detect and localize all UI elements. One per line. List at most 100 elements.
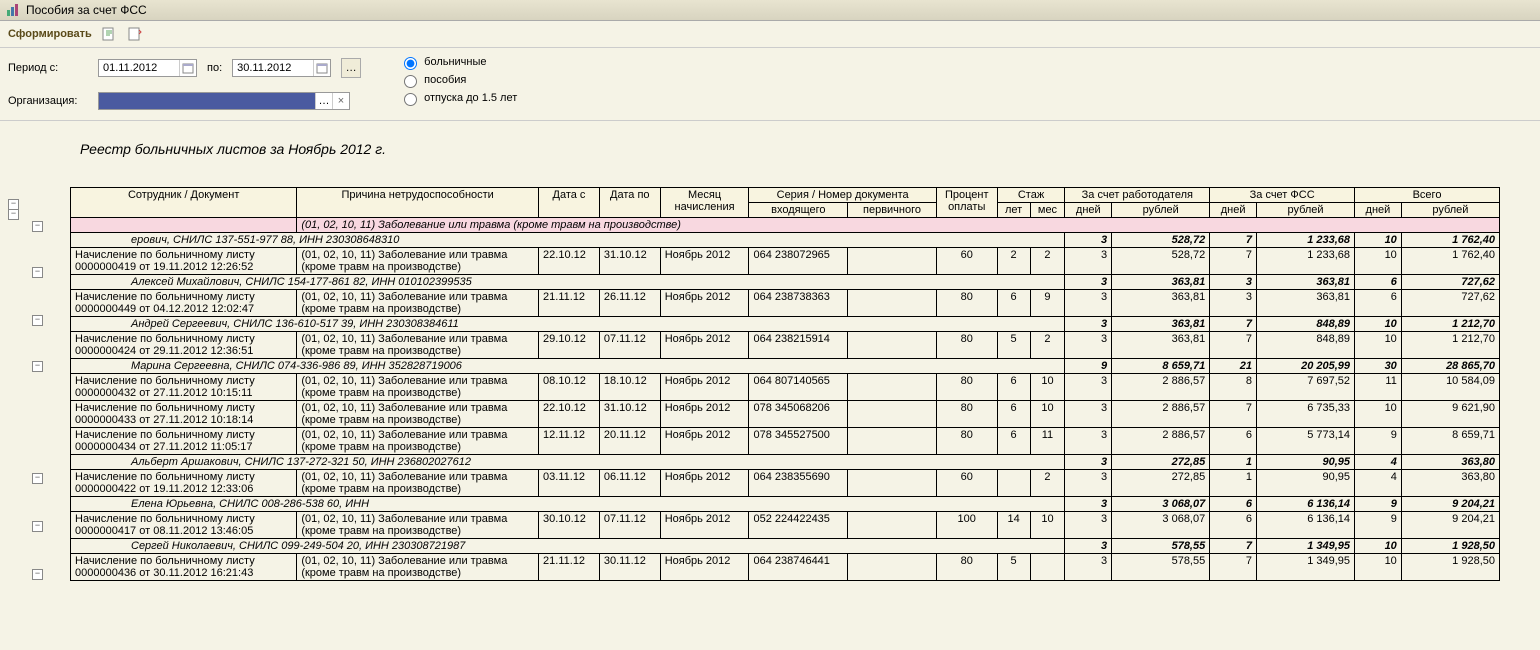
col-date-from: Дата с <box>539 188 600 218</box>
cell: 20.11.12 <box>599 428 660 455</box>
cell: 08.10.12 <box>539 374 600 401</box>
col-series-in: входящего <box>749 203 848 218</box>
cell: 10 <box>1355 248 1402 275</box>
cell: 2 <box>1030 248 1065 275</box>
cell: 064 238215914 <box>749 332 848 359</box>
cell: 9 <box>1355 497 1402 512</box>
cell: 3 <box>1065 290 1112 317</box>
col-fss-days: дней <box>1210 203 1257 218</box>
table-row: Начисление по больничному листу 00000004… <box>71 428 1500 455</box>
report-table: Сотрудник / Документ Причина нетрудоспос… <box>70 187 1500 581</box>
col-tot-days: дней <box>1355 203 1402 218</box>
period-picker-button[interactable]: … <box>341 58 361 78</box>
cell: 1 <box>1210 470 1257 497</box>
cell: 3 <box>1065 428 1112 455</box>
cell: 10 <box>1030 374 1065 401</box>
cell: 2 886,57 <box>1112 401 1210 428</box>
tree-toggle[interactable]: − <box>32 521 43 532</box>
ellipsis-icon[interactable]: … <box>315 93 332 109</box>
tree-toggle[interactable]: − <box>32 569 43 580</box>
col-total: Всего <box>1355 188 1500 203</box>
org-input[interactable]: … × <box>98 92 350 110</box>
cell: 9 <box>1355 512 1402 539</box>
clear-icon[interactable]: × <box>332 93 349 109</box>
cell: 1 233,68 <box>1257 248 1355 275</box>
cell: 10 <box>1355 554 1402 581</box>
date-from-field[interactable] <box>99 61 179 75</box>
cell: 2 <box>1030 470 1065 497</box>
cell: 5 <box>997 554 1030 581</box>
cell: 848,89 <box>1257 317 1355 332</box>
cell: 3 068,07 <box>1112 512 1210 539</box>
cell: (01, 02, 10, 11) Заболевание или травма … <box>297 512 539 539</box>
cell: 078 345068206 <box>749 401 848 428</box>
cell: Начисление по больничному листу 00000004… <box>71 470 297 497</box>
cell: 3 <box>1065 470 1112 497</box>
cell: 22.10.12 <box>539 401 600 428</box>
org-label: Организация: <box>8 95 88 107</box>
col-month: Месяц начисления <box>660 188 749 218</box>
cell: 3 <box>1210 290 1257 317</box>
cell: 29.10.12 <box>539 332 600 359</box>
cell: 100 <box>936 512 997 539</box>
table-row: Начисление по больничному листу 00000004… <box>71 470 1500 497</box>
export-icon[interactable] <box>100 25 118 43</box>
cell: 10 <box>1355 401 1402 428</box>
table-body: (01, 02, 10, 11) Заболевание или травма … <box>71 218 1500 581</box>
cell: 3 <box>1210 275 1257 290</box>
cell: 90,95 <box>1257 470 1355 497</box>
cell: 363,81 <box>1112 275 1210 290</box>
col-percent: Процент оплаты <box>936 188 997 218</box>
form-button[interactable]: Сформировать <box>8 28 92 40</box>
cell: 727,62 <box>1401 290 1499 317</box>
tree-toggle[interactable]: − <box>32 361 43 372</box>
report-title: Реестр больничных листов за Ноябрь 2012 … <box>80 141 1530 157</box>
tree-toggle[interactable]: − <box>32 221 43 232</box>
tree-toggle[interactable]: − <box>32 473 43 484</box>
col-fss-rub: рублей <box>1257 203 1355 218</box>
cell: 363,80 <box>1401 455 1499 470</box>
col-emp-rub: рублей <box>1112 203 1210 218</box>
cell: 2 886,57 <box>1112 428 1210 455</box>
table-row: Начисление по больничному листу 00000004… <box>71 401 1500 428</box>
cell: 1 212,70 <box>1401 317 1499 332</box>
calendar-icon[interactable] <box>179 60 196 76</box>
tree-toggle[interactable]: − <box>32 315 43 326</box>
cell: 2 886,57 <box>1112 374 1210 401</box>
cell: 80 <box>936 554 997 581</box>
cell: 3 <box>1065 497 1112 512</box>
cell: 6 <box>997 374 1030 401</box>
table-header: Сотрудник / Документ Причина нетрудоспос… <box>71 188 1500 218</box>
cell: 1 233,68 <box>1257 233 1355 248</box>
cell: 078 345527500 <box>749 428 848 455</box>
calendar-icon[interactable] <box>313 60 330 76</box>
cell: 1 762,40 <box>1401 248 1499 275</box>
cell: Алексей Михайлович, СНИЛС 154-177-861 82… <box>71 275 1065 290</box>
cell <box>848 470 937 497</box>
radio-leave[interactable]: отпуска до 1.5 лет <box>399 90 517 106</box>
refresh-icon[interactable] <box>126 25 144 43</box>
cell <box>997 470 1030 497</box>
toolbar: Сформировать <box>0 21 1540 48</box>
cell: 9 <box>1030 290 1065 317</box>
cell: (01, 02, 10, 11) Заболевание или травма … <box>297 248 539 275</box>
table-row: Начисление по больничному листу 00000004… <box>71 248 1500 275</box>
cell: 80 <box>936 290 997 317</box>
cell: 10 <box>1355 233 1402 248</box>
tree-toggle[interactable]: − <box>32 267 43 278</box>
date-to-input[interactable] <box>232 59 331 77</box>
col-date-to: Дата по <box>599 188 660 218</box>
cell <box>848 554 937 581</box>
date-to-field[interactable] <box>233 61 313 75</box>
cell <box>848 248 937 275</box>
group-row: Алексей Михайлович, СНИЛС 154-177-861 82… <box>71 275 1500 290</box>
cell: 5 773,14 <box>1257 428 1355 455</box>
cell: Начисление по больничному листу 00000004… <box>71 332 297 359</box>
window-title: Пособия за счет ФСС <box>26 3 147 17</box>
radio-benefits[interactable]: пособия <box>399 72 517 88</box>
radio-sick[interactable]: больничные <box>399 54 517 70</box>
date-from-input[interactable] <box>98 59 197 77</box>
cell: 2 <box>997 248 1030 275</box>
tree-toggle[interactable]: − <box>8 209 19 220</box>
cell: Сергей Николаевич, СНИЛС 099-249-504 20,… <box>71 539 1065 554</box>
